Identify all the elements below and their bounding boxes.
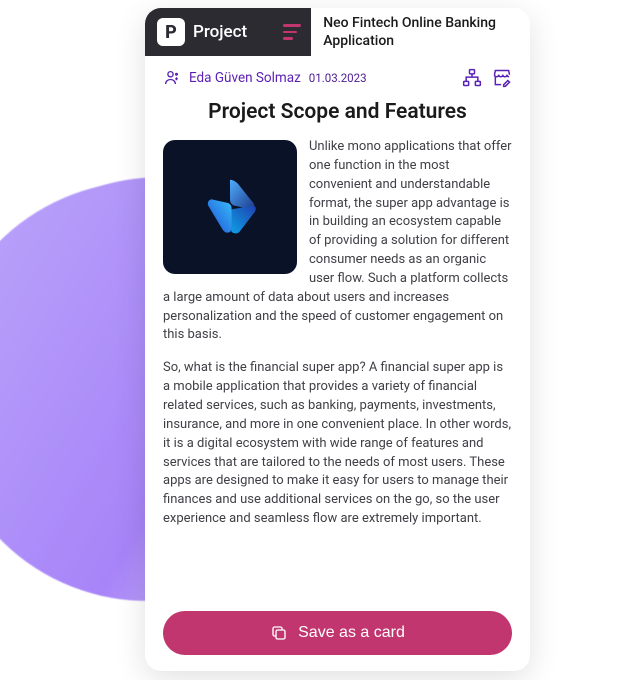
play-triangle-icon (191, 168, 269, 246)
author-name: Eda Güven Solmaz (189, 70, 301, 86)
project-card: P Project Neo Fintech Online Banking App… (145, 8, 530, 671)
save-button[interactable]: Save as a card (163, 611, 512, 655)
content-area: Project Scope and Features (145, 94, 530, 601)
menu-icon (283, 24, 301, 40)
menu-button[interactable] (273, 8, 311, 56)
card-header: P Project Neo Fintech Online Banking App… (145, 8, 530, 56)
meta-row: Eda Güven Solmaz 01.03.2023 (145, 56, 530, 94)
copy-icon (270, 624, 288, 642)
feature-image (163, 140, 297, 274)
page-title: Project Scope and Features (163, 100, 512, 124)
meta-actions (462, 68, 512, 88)
edit-store-icon[interactable] (492, 68, 512, 88)
content-body: Unlike mono applications that offer one … (163, 138, 512, 529)
footer: Save as a card (145, 601, 530, 671)
app-title: Project (193, 22, 261, 42)
project-name: Neo Fintech Online Banking Application (311, 8, 530, 56)
save-button-label: Save as a card (298, 624, 405, 642)
header-brand[interactable]: P Project (145, 8, 273, 56)
hierarchy-icon[interactable] (462, 68, 482, 88)
date-label: 01.03.2023 (309, 71, 367, 85)
paragraph-2: So, what is the financial super app? A f… (163, 359, 512, 529)
user-icon (163, 69, 181, 87)
logo-icon: P (157, 18, 185, 46)
